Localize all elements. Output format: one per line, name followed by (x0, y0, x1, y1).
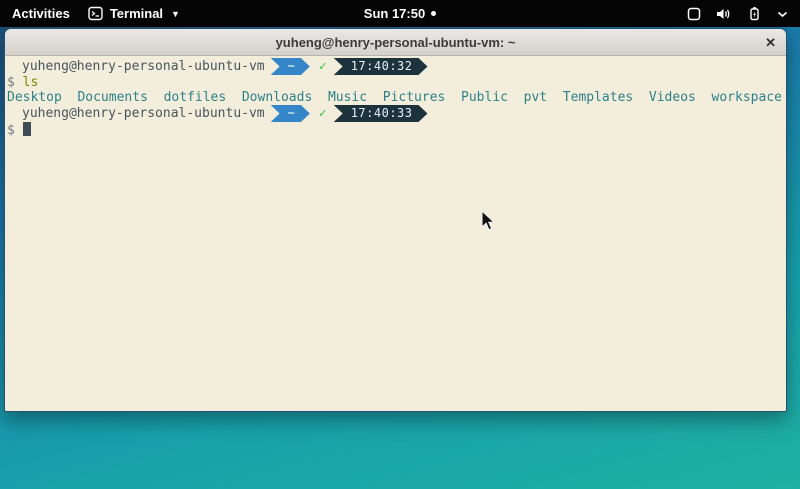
clock-label: Sun 17:50 (364, 6, 425, 21)
prompt-time-segment: 17:40:32 (334, 58, 428, 75)
directory-item: Videos (649, 90, 696, 105)
caret-down-icon: ▼ (171, 9, 180, 19)
top-bar-left: Activities Terminal ▼ (0, 6, 180, 21)
status-check-icon: ✓ (319, 59, 327, 74)
prompt-line-2: yuheng@henry-personal-ubuntu-vm ~ ✓ 17:4… (7, 105, 786, 122)
command-line-1: $ ls (7, 75, 786, 90)
prompt-path-segment: ~ (271, 58, 310, 75)
prompt-path-segment: ~ (271, 105, 310, 122)
display-icon (687, 7, 701, 21)
system-menu[interactable] (687, 7, 800, 21)
directory-item: Documents (77, 90, 147, 105)
volume-icon (716, 7, 732, 21)
notification-dot-icon (431, 11, 436, 16)
terminal-window: yuheng@henry-personal-ubuntu-vm: ~ ✕ yuh… (4, 28, 787, 412)
prompt-symbol: $ (7, 123, 15, 138)
directory-item: Downloads (242, 90, 312, 105)
directory-item: Public (461, 90, 508, 105)
status-check-icon: ✓ (319, 106, 327, 121)
terminal-icon (88, 6, 103, 21)
prompt-symbol: $ (7, 75, 15, 90)
close-button[interactable]: ✕ (765, 29, 776, 56)
directory-item: Pictures (383, 90, 446, 105)
command-line-2: $ (7, 122, 786, 137)
terminal-content[interactable]: yuheng@henry-personal-ubuntu-vm ~ ✓ 17:4… (5, 56, 786, 411)
mouse-cursor-icon (481, 210, 497, 237)
directory-item: Templates (563, 90, 633, 105)
directory-item: Music (328, 90, 367, 105)
window-titlebar[interactable]: yuheng@henry-personal-ubuntu-vm: ~ ✕ (5, 29, 786, 56)
prompt-time-segment: 17:40:33 (334, 105, 428, 122)
command-text: ls (23, 75, 39, 90)
directory-item: workspace (712, 90, 782, 105)
battery-charging-icon (747, 7, 762, 21)
clock-menu[interactable]: Sun 17:50 (340, 6, 460, 21)
terminal-cursor (23, 122, 31, 136)
directory-item: Desktop (7, 90, 62, 105)
prompt-user: yuheng@henry-personal-ubuntu-vm (22, 106, 265, 121)
prompt-line-1: yuheng@henry-personal-ubuntu-vm ~ ✓ 17:4… (7, 58, 786, 75)
app-menu-label: Terminal (110, 6, 163, 21)
prompt-user: yuheng@henry-personal-ubuntu-vm (22, 59, 265, 74)
chevron-down-icon (777, 10, 788, 18)
desktop-background: Activities Terminal ▼ Sun 17:50 (0, 0, 800, 489)
directory-item: pvt (524, 90, 547, 105)
activities-button[interactable]: Activities (12, 6, 70, 21)
ls-output: Desktop Documents dotfiles Downloads Mus… (7, 90, 786, 105)
directory-item: dotfiles (164, 90, 227, 105)
app-menu-terminal[interactable]: Terminal ▼ (88, 6, 180, 21)
top-bar: Activities Terminal ▼ Sun 17:50 (0, 0, 800, 27)
window-title: yuheng@henry-personal-ubuntu-vm: ~ (276, 35, 516, 50)
